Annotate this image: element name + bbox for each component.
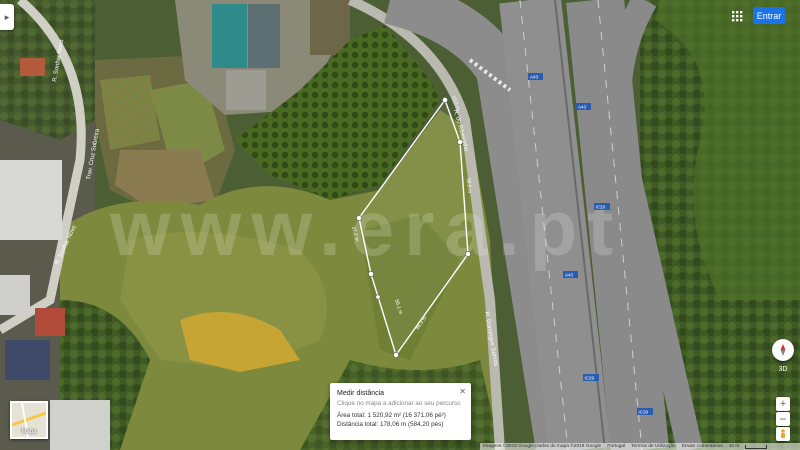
chevron-right-icon: ▸ <box>4 11 10 22</box>
highway-shield-label: IC29 <box>585 376 595 381</box>
compass-button[interactable] <box>772 339 794 361</box>
measure-distance-card: Medir distância Clique no mapa a adicion… <box>330 383 471 440</box>
country-link[interactable]: Portugal <box>607 444 625 449</box>
layer-switcher-label: Mapa <box>21 429 37 435</box>
tilt-3d-button[interactable]: 3D <box>776 364 790 375</box>
measure-vertex <box>393 352 399 358</box>
measure-vertex <box>356 215 362 221</box>
scale-label[interactable]: 10 m <box>729 444 740 449</box>
measure-vertex <box>368 271 374 277</box>
measure-vertex <box>375 294 381 300</box>
total-area: Área total: 1 520,92 m² (16 371,06 pé²) <box>337 412 446 419</box>
measure-vertex <box>465 251 471 257</box>
apps-grid-button[interactable] <box>728 7 746 25</box>
total-distance: Distância total: 178,06 m (584,20 pés) <box>337 421 444 428</box>
zoom-in-button[interactable]: + <box>776 397 790 411</box>
collapse-panel-button[interactable]: ▸ <box>0 4 14 30</box>
terms-link[interactable]: Termos de Utilização <box>631 444 676 449</box>
zoom-out-button[interactable]: − <box>776 412 790 426</box>
layer-switcher[interactable]: Mapa <box>10 401 48 439</box>
close-icon[interactable]: ✕ <box>459 387 466 396</box>
map-footer: Imagens ©2019 Google,Dados do mapa ©2019… <box>480 443 800 450</box>
highway-shield-label: A43 <box>565 273 574 278</box>
measure-card-title: Medir distância <box>337 390 385 397</box>
measure-card-hint: Clique no mapa a adicionar ao seu percur… <box>337 400 461 407</box>
scale-bar <box>745 444 768 449</box>
sign-in-button[interactable]: Entrar <box>753 7 785 24</box>
pegman-icon <box>781 428 785 438</box>
highway-shield-label: A43 <box>530 75 539 80</box>
feedback-link[interactable]: Enviar comentários <box>682 444 723 449</box>
street-view-pegman[interactable] <box>776 427 790 441</box>
copyright-text: Imagens ©2019 Google,Dados do mapa ©2019… <box>483 444 602 449</box>
highway-shield-label: A43 <box>578 105 587 110</box>
apps-grid-icon <box>732 11 743 22</box>
highway-shield-label: IC29 <box>596 205 606 210</box>
highway-shield-label: IC29 <box>639 410 649 415</box>
measure-vertex <box>442 97 448 103</box>
compass-icon <box>780 344 786 356</box>
